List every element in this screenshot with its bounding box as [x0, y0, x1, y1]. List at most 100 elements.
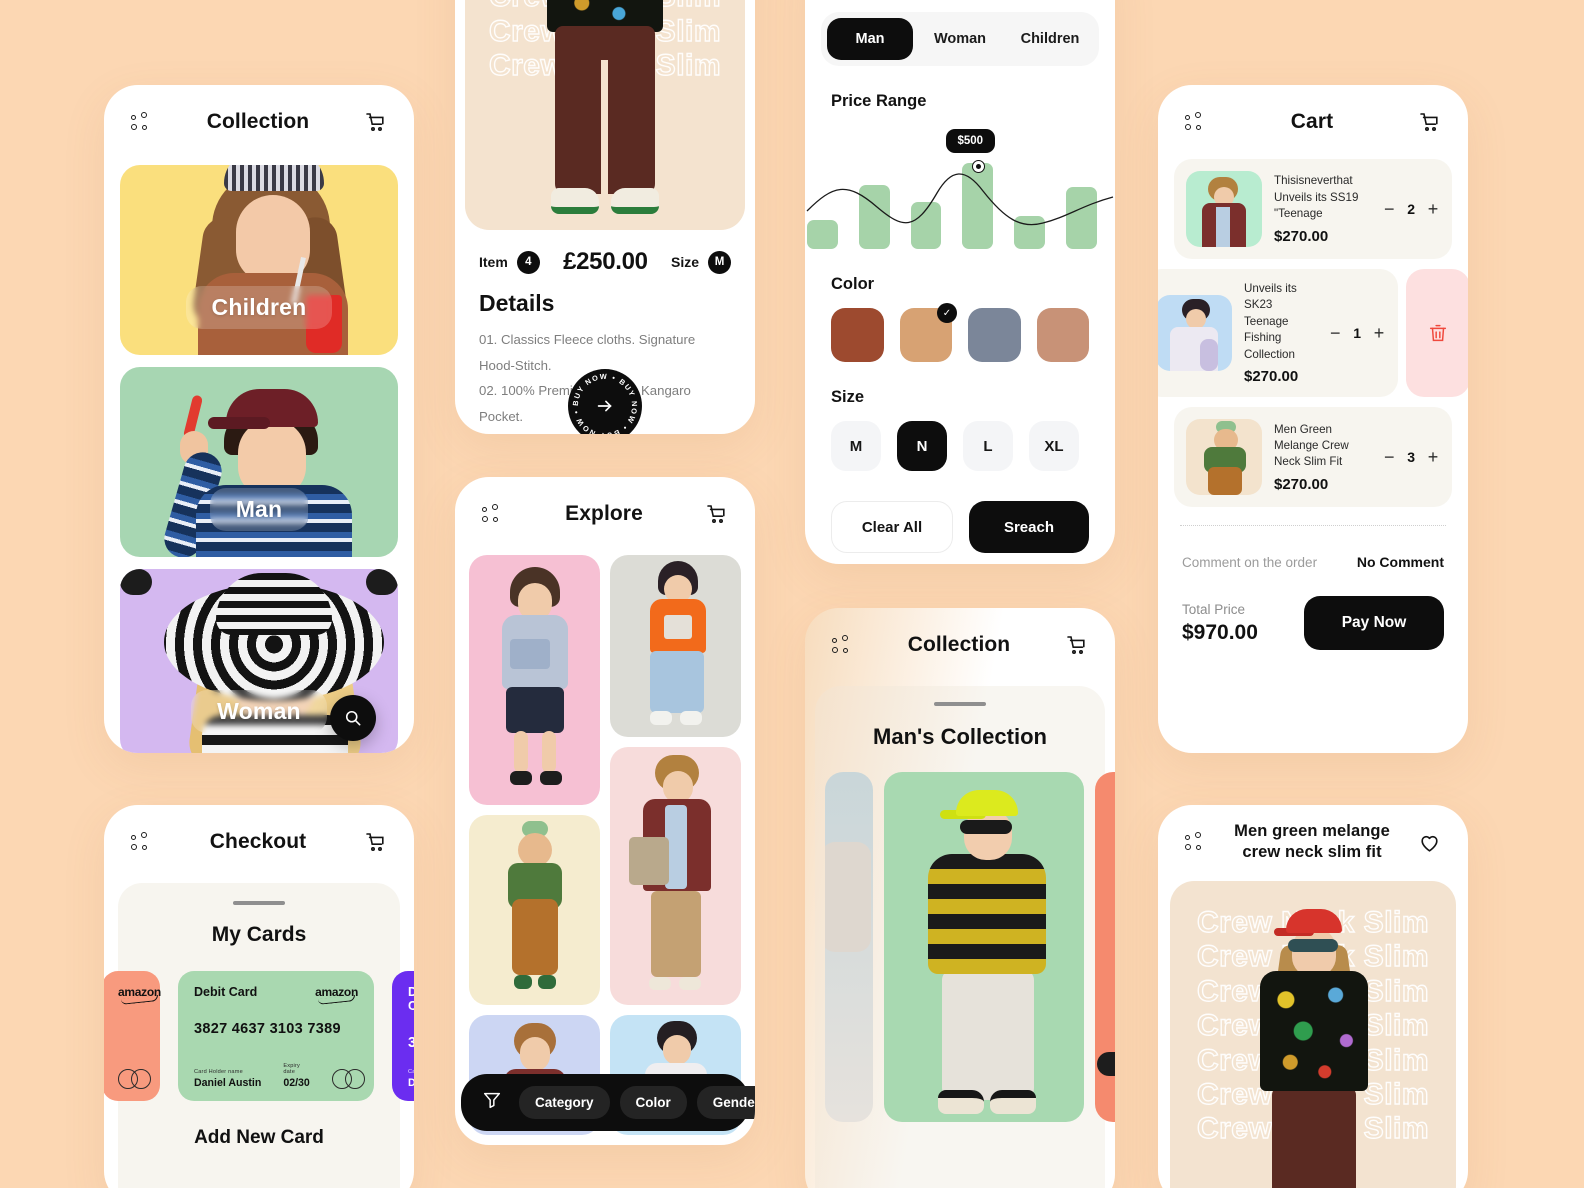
quantity-value: 2 [1407, 201, 1415, 217]
mastercard-logo [118, 1069, 151, 1089]
explore-column-right [610, 555, 741, 1135]
dots-grid-icon[interactable] [130, 110, 154, 134]
price-range-chart[interactable]: $500 [805, 129, 1115, 249]
dots-grid-icon[interactable] [831, 633, 855, 657]
color-swatch-clay[interactable] [1036, 308, 1089, 362]
explore-screen: Explore Category Color Gende [455, 477, 755, 1145]
size-option-xl[interactable]: XL [1029, 421, 1079, 471]
delete-item-button[interactable] [1406, 269, 1468, 398]
explore-tile-boy-with-books[interactable] [469, 555, 600, 805]
quantity-value: 1 [1353, 325, 1361, 342]
card-kind: Debit Card [194, 985, 258, 999]
product-price: £250.00 [563, 248, 648, 275]
buy-now-button[interactable]: BUY NOW • BUY NOW • BUY NOW • BUY NOW • [568, 369, 642, 434]
item-count-badge[interactable]: 4 [516, 250, 540, 274]
page-title: Cart [1290, 110, 1334, 133]
cart-item[interactable]: Men Green Melange Crew Neck Slim Fit $27… [1174, 407, 1452, 508]
minus-icon[interactable]: − [1382, 199, 1396, 220]
dots-grid-icon[interactable] [1184, 110, 1208, 134]
dots-grid-icon[interactable] [481, 502, 505, 526]
clear-all-button[interactable]: Clear All [831, 501, 953, 553]
size-option-n[interactable]: N [897, 421, 947, 471]
product-page-screen: Men green melange crew neck slim fit Cre… [1158, 805, 1468, 1188]
plus-icon[interactable]: + [1426, 447, 1440, 468]
card-number: 3827 4637 3103 7389 [194, 1021, 341, 1037]
card-holder-label: Card Holder name [194, 1069, 243, 1075]
shopping-cart-icon[interactable] [703, 501, 729, 527]
add-new-card-button[interactable]: Add New Card [118, 1127, 400, 1149]
cart-item[interactable]: Unveils its SK23 Teenage Fishing Collect… [1158, 269, 1468, 398]
shopping-cart-icon[interactable] [362, 829, 388, 855]
color-swatch-rust[interactable] [831, 308, 884, 362]
segment-man[interactable]: Man [827, 18, 913, 60]
color-swatch-denim-grey[interactable] [968, 308, 1021, 362]
filter-screen: Man Woman Children Price Range $500 Colo… [805, 0, 1115, 564]
product-name: Men Green Melange Crew Neck Slim Fit [1274, 422, 1349, 469]
page-title: Collection [907, 633, 1011, 656]
shopping-cart-icon[interactable] [1063, 632, 1089, 658]
segment-children[interactable]: Children [1007, 18, 1093, 60]
segment-woman[interactable]: Woman [917, 18, 1003, 60]
color-swatch-tan[interactable]: ✓ [899, 303, 957, 362]
plus-icon[interactable]: + [1426, 199, 1440, 220]
explore-column-left [469, 555, 600, 1135]
carousel-slide-center[interactable] [884, 772, 1084, 1122]
filter-chip-color[interactable]: Color [619, 1086, 687, 1119]
explore-tile-kid-overalls[interactable] [469, 815, 600, 1005]
order-comment-row[interactable]: Comment on the order No Comment [1182, 554, 1444, 570]
minus-icon[interactable]: − [1382, 447, 1396, 468]
explore-appbar: Explore [455, 477, 755, 551]
trash-icon [1429, 325, 1447, 342]
explore-tile-girl-orange-tee[interactable] [610, 555, 741, 737]
cart-item[interactable]: Thisisneverthat Unveils its SS19 "Teenag… [1174, 159, 1452, 259]
category-card-woman[interactable]: Woman [120, 569, 398, 753]
carousel-slide-right[interactable] [1095, 772, 1115, 1122]
size-option-l[interactable]: L [963, 421, 1013, 471]
pdp-appbar: Men green melange crew neck slim fit [1158, 805, 1468, 879]
credit-card[interactable]: Debit Card 3827 4637 3103 7389 Card Hold… [392, 971, 414, 1101]
card-expiry-label: Expiry date [283, 1063, 301, 1075]
explore-grid [455, 551, 755, 1135]
filter-actions: Clear All Sreach [831, 501, 1089, 553]
filter-chip-gender[interactable]: Gender [696, 1086, 755, 1119]
filter-chip-category[interactable]: Category [519, 1086, 610, 1119]
heart-icon[interactable] [1416, 829, 1442, 855]
minus-icon[interactable]: − [1328, 323, 1342, 344]
category-card-children[interactable]: Children [120, 165, 398, 355]
sheet-grabber[interactable] [934, 702, 986, 706]
dots-grid-icon[interactable] [130, 830, 154, 854]
product-carousel [815, 772, 1115, 1122]
color-swatches: ✓ [831, 303, 1089, 362]
filter-funnel-icon[interactable] [475, 1089, 509, 1116]
buy-now-ring-text: BUY NOW • BUY NOW • BUY NOW • BUY NOW • [568, 369, 639, 434]
search-button[interactable]: Sreach [969, 501, 1089, 553]
color-title: Color [831, 275, 875, 293]
svg-text:BUY NOW • BUY NOW • BUY NOW •: BUY NOW • BUY NOW • BUY NOW • BUY NOW • [568, 369, 639, 434]
shopping-cart-icon[interactable] [362, 109, 388, 135]
mans-collection-screen: Collection Man's Collection [805, 608, 1115, 1188]
page-title: Collection [206, 110, 310, 133]
explore-tile-boy-with-bag[interactable] [610, 747, 741, 1005]
price-distribution-line [806, 173, 1114, 226]
cart-footer: Total Price $970.00 Pay Now [1182, 596, 1444, 651]
pay-now-button[interactable]: Pay Now [1304, 596, 1444, 651]
credit-card[interactable]: amazon [104, 971, 161, 1101]
shopping-cart-icon[interactable] [1416, 109, 1442, 135]
card-brand: amazon [118, 985, 161, 999]
category-label: Children [185, 286, 333, 329]
category-card-man[interactable]: Man [120, 367, 398, 557]
credit-card-selected[interactable]: Debit Card amazon 3827 4637 3103 7389 Ca… [178, 971, 374, 1101]
plus-icon[interactable]: + [1372, 323, 1386, 344]
card-holder-label: Card Holder name [408, 1069, 414, 1075]
search-icon[interactable] [330, 695, 376, 741]
size-option-m[interactable]: M [831, 421, 881, 471]
total-price-value: $970.00 [1182, 620, 1258, 644]
size-badge[interactable]: M [708, 250, 731, 274]
size-title: Size [831, 388, 865, 406]
sheet-grabber[interactable] [233, 901, 285, 905]
carousel-slide-left[interactable] [825, 772, 873, 1122]
price-slider-knob[interactable] [971, 160, 985, 173]
dots-grid-icon[interactable] [1184, 830, 1208, 854]
card-number: 3827 4637 3103 7389 [408, 1035, 414, 1051]
product-hero-image: Crew Neck Slim Crew Neck Slim Crew Neck … [1170, 881, 1456, 1188]
